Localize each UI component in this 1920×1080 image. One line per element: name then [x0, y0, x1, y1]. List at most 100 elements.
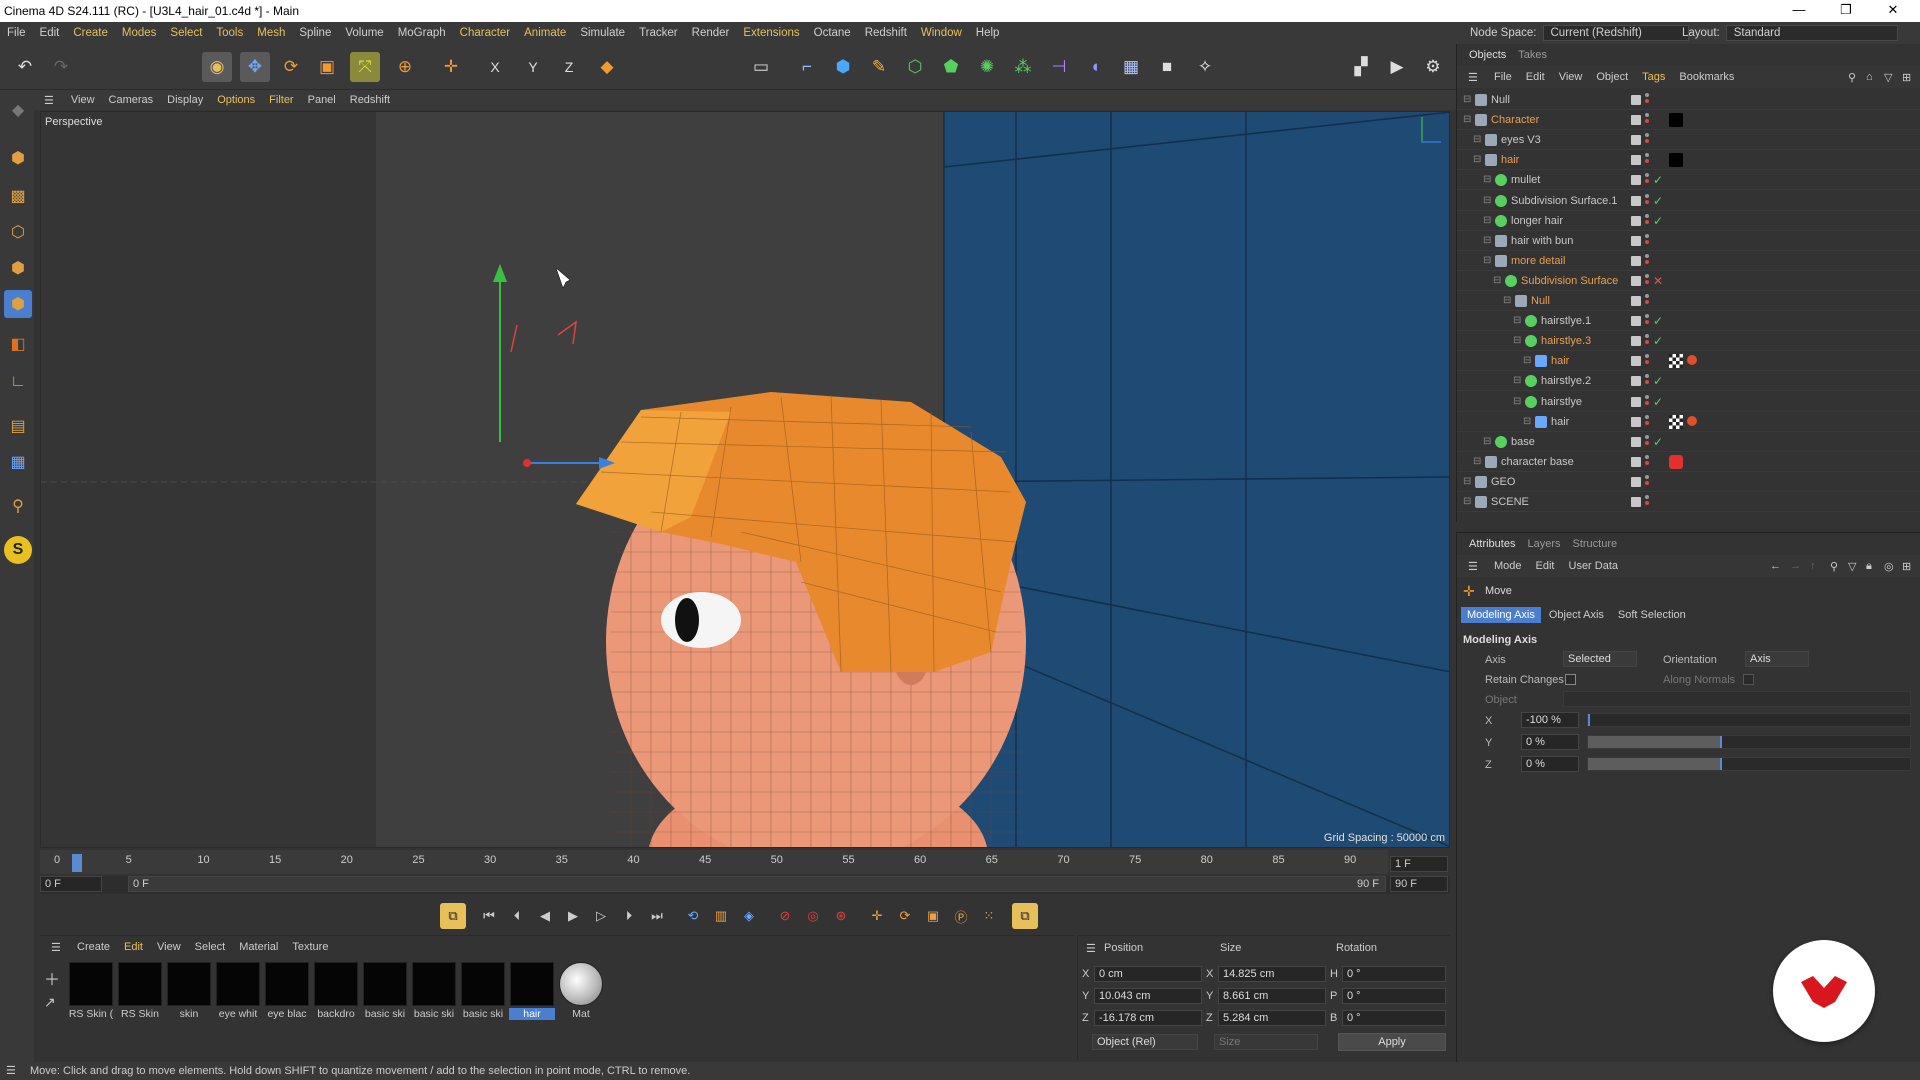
object-row[interactable]: ⊟ more detail [1457, 251, 1920, 271]
attr-menu-mode[interactable]: Mode [1487, 560, 1529, 572]
object-name[interactable]: Character [1491, 110, 1539, 130]
menu-animate[interactable]: Animate [517, 27, 573, 39]
visibility-dots-icon[interactable] [1645, 253, 1649, 268]
retain-changes-checkbox[interactable] [1565, 674, 1576, 685]
vp-menu-redshift[interactable]: Redshift [343, 94, 397, 106]
subtab-soft-selection[interactable]: Soft Selection [1612, 607, 1692, 623]
object-name[interactable]: hairstlye.2 [1541, 371, 1591, 391]
mat-menu-edit[interactable]: Edit [117, 941, 150, 953]
current-frame-field[interactable]: 1 F [1390, 856, 1448, 872]
visibility-dots-icon[interactable] [1645, 454, 1649, 469]
locked-workplane-icon[interactable]: ▦ [4, 448, 32, 476]
x-axis-lock-icon[interactable]: X [480, 52, 510, 82]
object-name[interactable]: eyes V3 [1501, 130, 1541, 150]
layer-edit-icon[interactable] [1631, 416, 1641, 427]
material-swatch[interactable]: RS Skin [117, 962, 163, 1020]
scale-tool-icon[interactable]: ▣ [312, 52, 342, 82]
material-tool-icon[interactable]: ↗ [44, 994, 56, 1011]
object-row[interactable]: ⊟ Null [1457, 90, 1920, 110]
pos-y-field[interactable]: 10.043 cm [1094, 988, 1202, 1004]
snapping-icon[interactable]: ⚲ [4, 492, 32, 520]
render-region-icon[interactable]: ▭ [746, 52, 776, 82]
object-name[interactable]: mullet [1511, 170, 1540, 190]
object-menu-icon[interactable]: ☰ [1461, 71, 1485, 84]
material-swatch[interactable]: hair [509, 962, 555, 1020]
size-mode-dropdown[interactable]: Size [1214, 1034, 1318, 1050]
vp-menu-display[interactable]: Display [160, 94, 210, 106]
expand-toggle-icon[interactable]: ⊟ [1473, 130, 1481, 150]
mat-menu-material[interactable]: Material [232, 941, 285, 953]
enabled-check-icon[interactable]: ✓ [1653, 331, 1663, 351]
enabled-check-icon[interactable]: ✓ [1653, 311, 1663, 331]
menu-volume[interactable]: Volume [338, 27, 390, 39]
previous-key-icon[interactable]: ⏴ [504, 903, 530, 929]
x-percent-field[interactable]: -100 % [1521, 712, 1579, 728]
object-row[interactable]: ⊟ hairstlye ✓ [1457, 392, 1920, 412]
axis-dropdown[interactable]: Selected [1563, 651, 1637, 667]
layout-dropdown[interactable]: Standard [1725, 25, 1898, 41]
apply-button[interactable]: Apply [1338, 1033, 1446, 1051]
object-row[interactable]: ⊟ longer hair ✓ [1457, 211, 1920, 231]
loop-icon[interactable]: ⟲ [680, 903, 706, 929]
object-name[interactable]: Null [1531, 291, 1550, 311]
pen-tool-icon[interactable]: ✎ [864, 52, 894, 82]
visibility-dots-icon[interactable] [1645, 334, 1649, 348]
expand-toggle-icon[interactable]: ⊟ [1513, 371, 1521, 391]
menu-character[interactable]: Character [453, 27, 518, 39]
expand-toggle-icon[interactable]: ⊟ [1463, 492, 1471, 512]
visibility-dots-icon[interactable] [1645, 354, 1649, 368]
edge-mode-icon[interactable]: ⬢ [4, 254, 32, 282]
object-row[interactable]: ⊟ hair with bun [1457, 231, 1920, 251]
live-selection-icon[interactable]: ◉ [202, 52, 232, 82]
vp-menu-filter[interactable]: Filter [262, 94, 300, 106]
next-frame-icon[interactable]: ▷ [588, 903, 614, 929]
coordinate-system-icon[interactable]: ✛ [436, 52, 466, 82]
hair-material-tag-icon[interactable] [1687, 355, 1697, 366]
rot-p-field[interactable]: 0 ° [1342, 988, 1446, 1004]
layer-edit-icon[interactable] [1631, 195, 1641, 206]
keyframe-selection-icon[interactable]: ⊛ [828, 903, 854, 929]
object-name[interactable]: hair [1501, 150, 1519, 170]
layer-edit-icon[interactable] [1631, 95, 1641, 105]
visibility-dots-icon[interactable] [1645, 474, 1649, 489]
pos-x-field[interactable]: 0 cm [1094, 966, 1202, 982]
material-swatch[interactable]: eye whit [215, 962, 261, 1020]
visibility-dots-icon[interactable] [1645, 495, 1649, 509]
next-key-icon[interactable]: ⏵ [616, 903, 642, 929]
visibility-dots-icon[interactable] [1645, 113, 1649, 127]
y-axis-lock-icon[interactable]: Y [518, 52, 548, 82]
layer-edit-icon[interactable] [1631, 255, 1641, 266]
expand-toggle-icon[interactable]: ⊟ [1513, 331, 1521, 351]
playhead[interactable] [72, 854, 82, 872]
floor-icon[interactable]: ▦ [1116, 52, 1146, 82]
visibility-dots-icon[interactable] [1645, 133, 1649, 147]
obj-menu-tags[interactable]: Tags [1635, 71, 1672, 83]
vp-menu-options[interactable]: Options [210, 94, 262, 106]
layer-edit-icon[interactable] [1631, 436, 1641, 447]
menu-file[interactable]: File [0, 27, 33, 39]
object-row[interactable]: ⊟ Null [1457, 291, 1920, 311]
size-x-field[interactable]: 14.825 cm [1218, 966, 1326, 982]
enabled-check-icon[interactable]: ✓ [1653, 170, 1663, 190]
key-scale-icon[interactable]: ▣ [920, 903, 946, 929]
layer-edit-icon[interactable] [1631, 336, 1641, 347]
object-row[interactable]: ⊟ hairstlye.3 ✓ [1457, 331, 1920, 352]
node-space-dropdown[interactable]: Current (Redshift) [1542, 25, 1689, 41]
object-name[interactable]: character base [1501, 452, 1574, 472]
hair-material-tag-icon[interactable] [1687, 415, 1697, 426]
object-name[interactable]: hairstlye.1 [1541, 311, 1591, 331]
checker-tag-icon[interactable] [1669, 354, 1683, 369]
go-to-start-icon[interactable]: ⏮ [476, 903, 502, 929]
layer-edit-icon[interactable] [1631, 476, 1641, 487]
material-swatch[interactable]: eye blac [264, 962, 310, 1020]
texture-mode-icon[interactable]: ▩ [4, 182, 32, 210]
enabled-check-icon[interactable]: ✓ [1653, 191, 1663, 211]
axis-enable-icon[interactable]: ∟ [4, 368, 32, 396]
menu-tracker[interactable]: Tracker [632, 27, 685, 39]
obj-menu-bookmarks[interactable]: Bookmarks [1672, 71, 1741, 83]
object-row[interactable]: ⊟ Subdivision Surface.1 ✓ [1457, 191, 1920, 211]
mat-menu-view[interactable]: View [150, 941, 188, 953]
along-normals-checkbox[interactable] [1743, 674, 1754, 685]
visibility-dots-icon[interactable] [1645, 314, 1649, 328]
layer-edit-icon[interactable] [1631, 115, 1641, 126]
